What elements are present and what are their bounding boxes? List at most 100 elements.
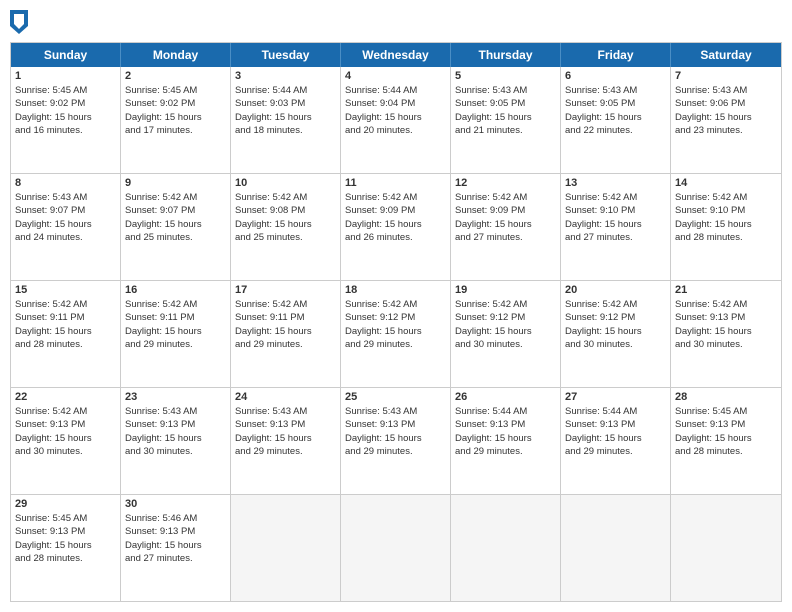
cell-line: Sunrise: 5:42 AM (565, 191, 666, 204)
calendar-cell: 1Sunrise: 5:45 AMSunset: 9:02 PMDaylight… (11, 67, 121, 173)
cell-line: Sunrise: 5:43 AM (345, 405, 446, 418)
cell-line: and 25 minutes. (235, 231, 336, 244)
cell-line: and 22 minutes. (565, 124, 666, 137)
cell-line: Sunrise: 5:42 AM (235, 298, 336, 311)
cell-line: Sunrise: 5:44 AM (565, 405, 666, 418)
cell-line: Sunset: 9:13 PM (345, 418, 446, 431)
cell-line: Sunrise: 5:42 AM (345, 191, 446, 204)
cell-line: Daylight: 15 hours (565, 432, 666, 445)
cell-line: Sunrise: 5:42 AM (345, 298, 446, 311)
cell-line: Sunset: 9:06 PM (675, 97, 777, 110)
cell-line: Sunrise: 5:42 AM (15, 405, 116, 418)
cell-line: and 16 minutes. (15, 124, 116, 137)
cell-line: Sunset: 9:13 PM (15, 418, 116, 431)
calendar-cell: 28Sunrise: 5:45 AMSunset: 9:13 PMDayligh… (671, 388, 781, 494)
cell-line: Daylight: 15 hours (235, 218, 336, 231)
cell-line: Daylight: 15 hours (125, 218, 226, 231)
day-number: 2 (125, 70, 226, 82)
cell-line: Sunset: 9:13 PM (125, 525, 226, 538)
calendar-cell: 3Sunrise: 5:44 AMSunset: 9:03 PMDaylight… (231, 67, 341, 173)
cell-line: Daylight: 15 hours (345, 218, 446, 231)
cell-line: Daylight: 15 hours (235, 111, 336, 124)
cell-line: and 30 minutes. (455, 338, 556, 351)
cell-line: and 28 minutes. (15, 552, 116, 565)
cell-line: Sunset: 9:13 PM (675, 418, 777, 431)
cell-line: Daylight: 15 hours (455, 432, 556, 445)
day-number: 11 (345, 177, 446, 189)
cell-line: and 20 minutes. (345, 124, 446, 137)
logo-icon (10, 10, 28, 34)
cell-line: Sunrise: 5:43 AM (675, 84, 777, 97)
cell-line: Daylight: 15 hours (125, 539, 226, 552)
cell-line: Sunset: 9:13 PM (125, 418, 226, 431)
cell-line: Sunrise: 5:43 AM (565, 84, 666, 97)
cell-line: and 27 minutes. (565, 231, 666, 244)
cell-line: Sunrise: 5:42 AM (455, 298, 556, 311)
cell-line: Sunset: 9:08 PM (235, 204, 336, 217)
day-number: 10 (235, 177, 336, 189)
cell-line: Sunset: 9:04 PM (345, 97, 446, 110)
cell-line: Sunset: 9:05 PM (455, 97, 556, 110)
calendar-cell: 13Sunrise: 5:42 AMSunset: 9:10 PMDayligh… (561, 174, 671, 280)
cell-line: and 29 minutes. (235, 445, 336, 458)
calendar-cell: 8Sunrise: 5:43 AMSunset: 9:07 PMDaylight… (11, 174, 121, 280)
cell-line: Sunrise: 5:44 AM (235, 84, 336, 97)
cell-line: Sunrise: 5:42 AM (15, 298, 116, 311)
cell-line: and 29 minutes. (345, 445, 446, 458)
cell-line: Sunset: 9:05 PM (565, 97, 666, 110)
cell-line: and 28 minutes. (675, 231, 777, 244)
cell-line: and 25 minutes. (125, 231, 226, 244)
cell-line: Daylight: 15 hours (565, 218, 666, 231)
cell-line: Daylight: 15 hours (125, 325, 226, 338)
cell-line: Sunrise: 5:42 AM (125, 298, 226, 311)
cell-line: Sunrise: 5:42 AM (675, 191, 777, 204)
calendar-row: 22Sunrise: 5:42 AMSunset: 9:13 PMDayligh… (11, 387, 781, 494)
day-number: 17 (235, 284, 336, 296)
cell-line: and 28 minutes. (675, 445, 777, 458)
cell-line: Daylight: 15 hours (125, 111, 226, 124)
cell-line: Sunrise: 5:45 AM (125, 84, 226, 97)
cell-line: Daylight: 15 hours (15, 218, 116, 231)
calendar-cell: 27 Sunrise: 5:44 AMSunset: 9:13 PMDayligh… (561, 388, 671, 494)
cell-line: Daylight: 15 hours (235, 325, 336, 338)
calendar-cell: 23Sunrise: 5:43 AMSunset: 9:13 PMDayligh… (121, 388, 231, 494)
cell-line: Daylight: 15 hours (15, 432, 116, 445)
cell-line: and 24 minutes. (15, 231, 116, 244)
calendar-cell: 10Sunrise: 5:42 AMSunset: 9:08 PMDayligh… (231, 174, 341, 280)
cell-line: Sunset: 9:11 PM (235, 311, 336, 324)
cell-line: Sunset: 9:12 PM (455, 311, 556, 324)
cell-line: and 27 minutes. (455, 231, 556, 244)
day-number: 1 (15, 70, 116, 82)
cell-line: and 23 minutes. (675, 124, 777, 137)
cell-line: Daylight: 15 hours (345, 325, 446, 338)
cell-line: Sunrise: 5:44 AM (455, 405, 556, 418)
cell-line: Sunrise: 5:42 AM (675, 298, 777, 311)
cell-line: Sunset: 9:13 PM (565, 418, 666, 431)
calendar-cell: 29Sunrise: 5:45 AMSunset: 9:13 PMDayligh… (11, 495, 121, 601)
calendar-cell: 30Sunrise: 5:46 AMSunset: 9:13 PMDayligh… (121, 495, 231, 601)
cell-line: Sunset: 9:10 PM (565, 204, 666, 217)
calendar-cell: 7Sunrise: 5:43 AMSunset: 9:06 PMDaylight… (671, 67, 781, 173)
day-number: 8 (15, 177, 116, 189)
cell-line: Sunrise: 5:45 AM (15, 512, 116, 525)
cell-line: Sunrise: 5:42 AM (455, 191, 556, 204)
day-number: 27 (565, 391, 666, 403)
cell-line: Sunset: 9:02 PM (125, 97, 226, 110)
cell-line: and 30 minutes. (125, 445, 226, 458)
weekday-header: Sunday (11, 43, 121, 67)
cell-line: and 30 minutes. (675, 338, 777, 351)
cell-line: Daylight: 15 hours (565, 325, 666, 338)
calendar-cell: 21Sunrise: 5:42 AMSunset: 9:13 PMDayligh… (671, 281, 781, 387)
cell-line: and 29 minutes. (125, 338, 226, 351)
cell-line: Sunset: 9:13 PM (15, 525, 116, 538)
cell-line: Daylight: 15 hours (675, 111, 777, 124)
cell-line: Sunrise: 5:44 AM (345, 84, 446, 97)
calendar-cell: 22Sunrise: 5:42 AMSunset: 9:13 PMDayligh… (11, 388, 121, 494)
cell-line: Daylight: 15 hours (125, 432, 226, 445)
page: SundayMondayTuesdayWednesdayThursdayFrid… (0, 0, 792, 612)
cell-line: Daylight: 15 hours (675, 325, 777, 338)
calendar-cell: 2 Sunrise: 5:45 AMSunset: 9:02 PMDaylight… (121, 67, 231, 173)
cell-line: Sunset: 9:13 PM (235, 418, 336, 431)
cell-line: Daylight: 15 hours (455, 111, 556, 124)
calendar-cell: 20Sunrise: 5:42 AMSunset: 9:12 PMDayligh… (561, 281, 671, 387)
